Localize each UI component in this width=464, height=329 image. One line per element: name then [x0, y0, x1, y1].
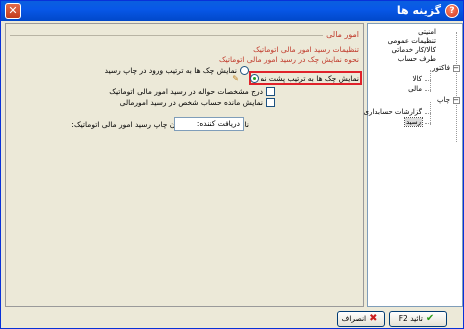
tree-item-security[interactable]: امنیتی — [418, 28, 436, 36]
close-button[interactable]: ✕ — [5, 3, 21, 19]
window-title: گزینه ها — [396, 4, 441, 17]
tree-item-invoice[interactable]: فاکتور — [432, 64, 450, 72]
tree-item-goods-services[interactable]: کالا/کار خدماتی — [391, 46, 436, 54]
options-window: ? گزینه ها ✕ امنیتی تنظیمات عمومی کالا/ک… — [0, 0, 464, 329]
cheque-order-entry-radio[interactable] — [240, 66, 249, 75]
cheque-order-entry-label[interactable]: نمایش چک ها به ترتیب ورود در چاپ رسید — [105, 66, 237, 75]
cheque-display-heading: نحوه نمایش چک در رسید امور مالی اتوماتیک — [218, 55, 359, 64]
tree-item-financial[interactable]: مالی — [408, 85, 422, 93]
tree-expander-invoice[interactable]: − — [453, 65, 460, 72]
balance-display-label[interactable]: نمایش مانده حساب شخص در رسید امورمالی — [120, 98, 263, 107]
cancel-x-icon: ✖ — [369, 313, 378, 324]
settings-tree: امنیتی تنظیمات عمومی کالا/کار خدماتی طرف… — [364, 23, 463, 307]
balance-display-checkbox[interactable] — [266, 98, 275, 107]
tree-expander-print[interactable]: − — [453, 97, 460, 104]
transfer-details-label[interactable]: درج مشخصات حواله در رسید امور مالی اتوما… — [109, 87, 263, 96]
transfer-details-checkbox[interactable] — [266, 87, 275, 96]
tree-connector — [425, 90, 431, 91]
tree-item-accounting-reports[interactable]: گزارشات حسابداری — [364, 108, 422, 116]
help-icon[interactable]: ? — [445, 4, 459, 18]
tree-connector — [425, 123, 431, 124]
cancel-button-label: انصراف — [341, 314, 367, 323]
tree-item-goods[interactable]: کالا — [413, 75, 422, 83]
options-panel: امور مالی تنظیمات رسید امور مالی اتوماتی… — [5, 23, 364, 307]
tree-item-party[interactable]: طرف حساب — [398, 55, 436, 63]
section-title: امور مالی — [326, 30, 359, 39]
cancel-button[interactable]: ✖انصراف — [337, 311, 385, 327]
section-divider — [10, 35, 323, 36]
tree-item-receipt[interactable]: رسید — [403, 117, 424, 127]
settings-heading: تنظیمات رسید امور مالی اتوماتیک — [253, 45, 359, 54]
title-bar: ? گزینه ها ✕ — [1, 1, 463, 21]
tree-connector — [425, 113, 431, 114]
receiver-name-input[interactable]: دریافت کننده: — [174, 117, 244, 131]
tree-connector — [456, 32, 457, 142]
tree-connector — [430, 70, 431, 92]
cheque-order-number-radio[interactable] — [250, 74, 259, 83]
tree-item-general[interactable]: تنظیمات عمومی — [388, 37, 436, 45]
cheque-order-number-label[interactable]: نمایش چک ها به ترتیب پشت نمره در چاپ رسی… — [261, 74, 359, 83]
ok-button[interactable]: ✔تائید F2 — [389, 311, 447, 327]
tree-item-print[interactable]: چاپ — [437, 96, 450, 104]
ok-button-label: تائید F2 — [398, 314, 423, 323]
tree-connector — [425, 80, 431, 81]
checkmark-icon: ✔ — [425, 313, 435, 324]
pencil-icon: ✎ — [232, 74, 239, 83]
